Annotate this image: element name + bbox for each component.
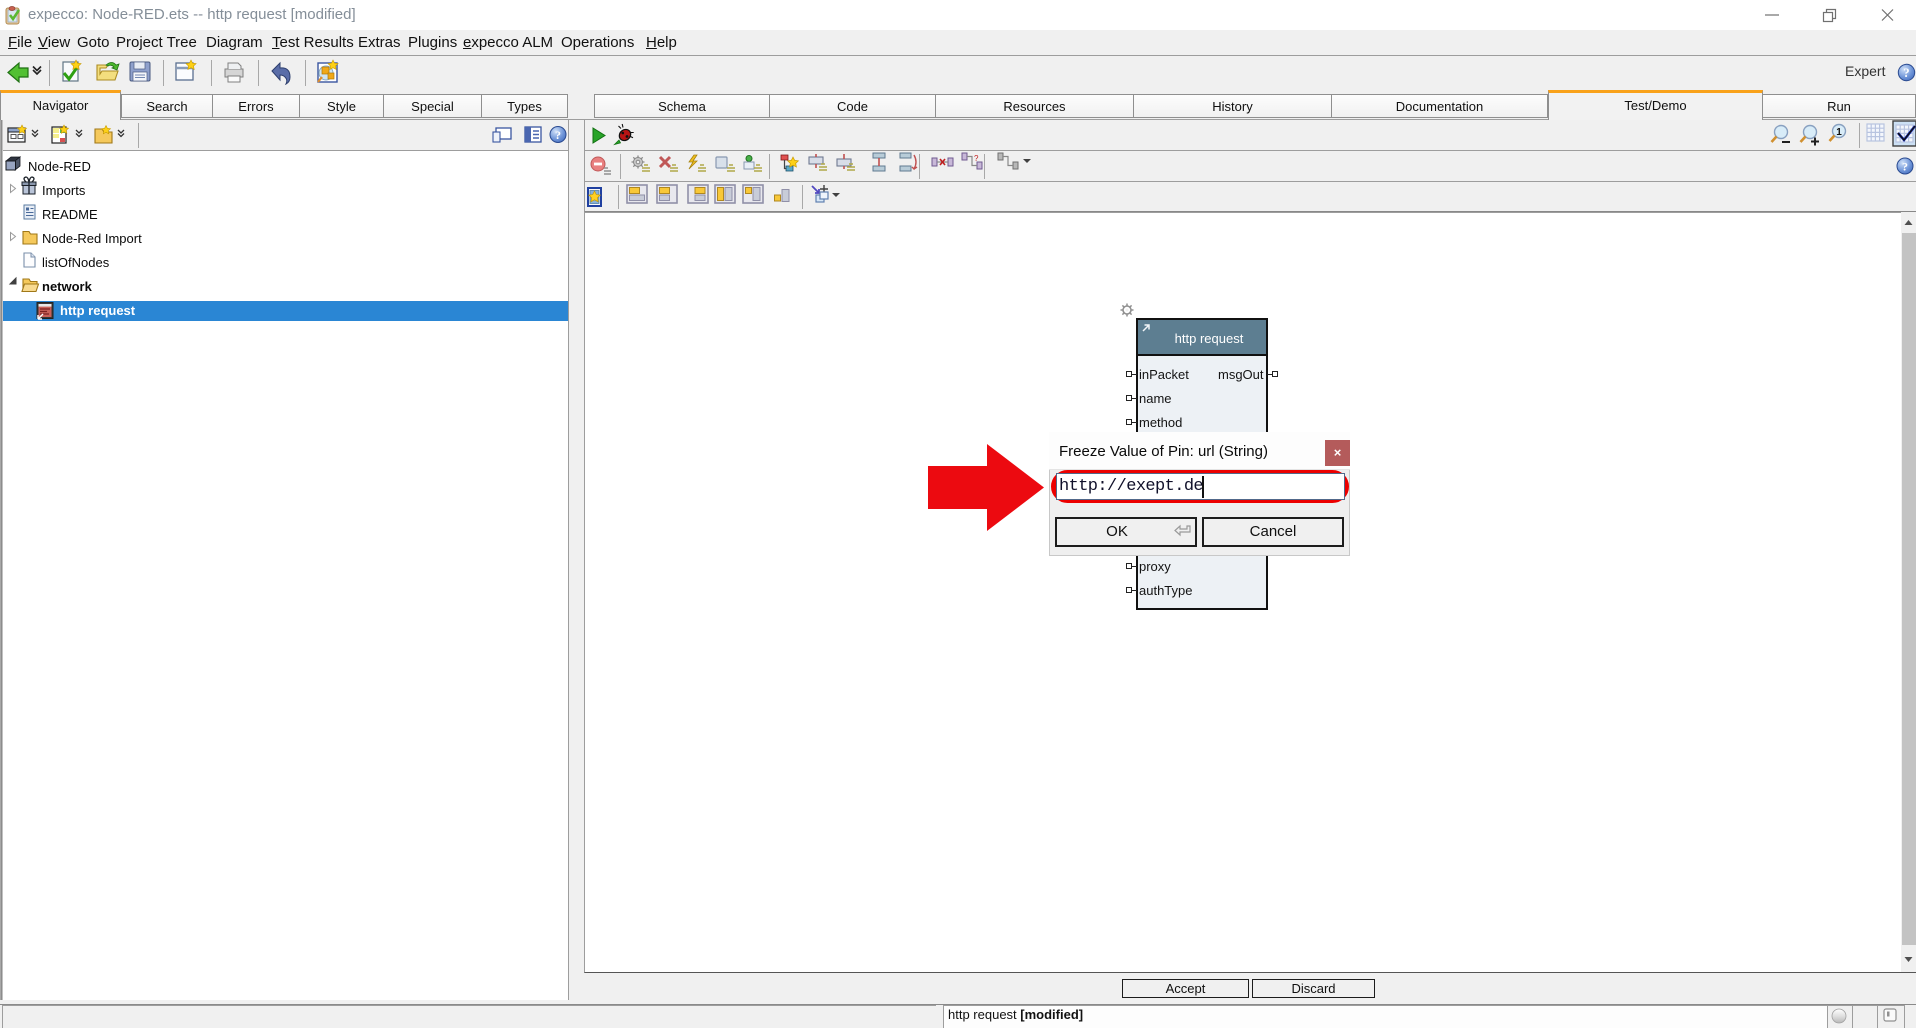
svg-text:1: 1 xyxy=(1836,127,1842,138)
svg-text:?: ? xyxy=(1903,66,1909,80)
svg-text:?: ? xyxy=(1902,160,1908,174)
svg-text:?: ? xyxy=(974,154,979,163)
svg-text:?: ? xyxy=(555,128,561,142)
